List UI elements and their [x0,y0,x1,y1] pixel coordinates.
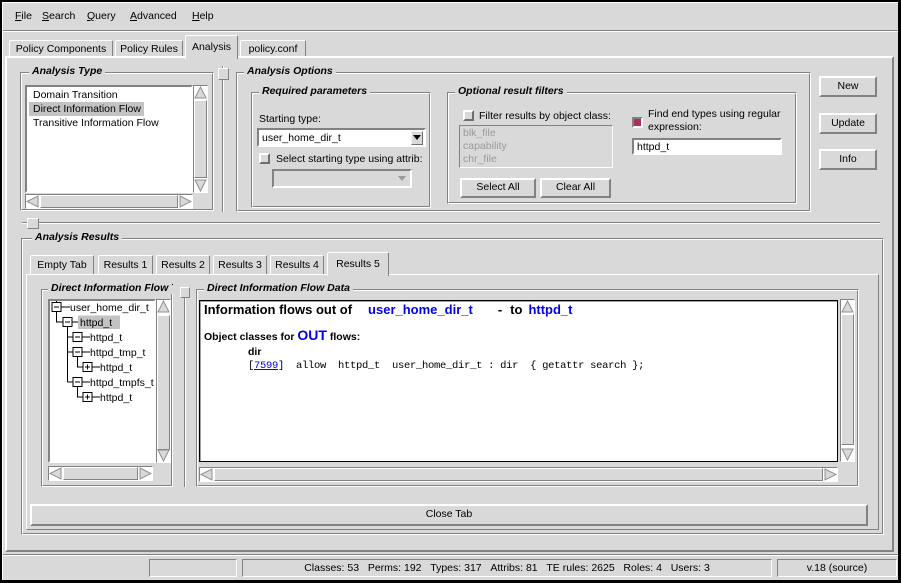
svg-text:httpd_tmpfs_t: httpd_tmpfs_t [90,377,154,389]
svg-text:httpd_t: httpd_t [90,332,122,344]
svg-text:httpd_t: httpd_t [80,317,112,329]
svg-text:httpd_t: httpd_t [100,362,132,374]
svg-text:httpd_t: httpd_t [100,392,132,404]
svg-text:httpd_tmp_t: httpd_tmp_t [90,347,146,359]
svg-text:user_home_dir_t: user_home_dir_t [70,302,149,314]
